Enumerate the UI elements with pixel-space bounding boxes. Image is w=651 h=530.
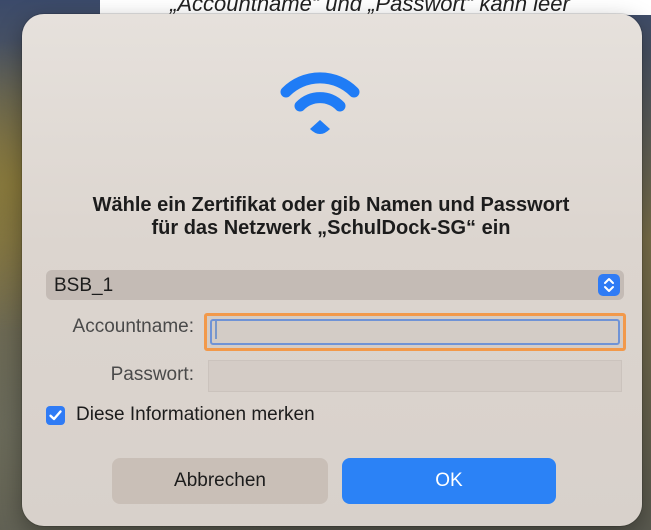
password-field[interactable] — [208, 360, 622, 392]
password-label: Passwort: — [110, 364, 194, 385]
remember-checkbox-label[interactable]: Diese Informationen merken — [76, 404, 315, 426]
certificate-select[interactable]: BSB_1 — [46, 270, 624, 300]
checkmark-icon — [49, 410, 62, 421]
dialog-title: Wähle ein Zertifikat oder gib Namen und … — [22, 194, 651, 240]
remember-checkbox[interactable] — [46, 406, 65, 425]
ok-button[interactable]: OK — [342, 458, 556, 504]
dialog-title-line-2: für das Netzwerk „SchulDock-SG“ ein — [151, 217, 511, 239]
cancel-button[interactable]: Abbrechen — [112, 458, 328, 504]
account-name-input[interactable] — [210, 319, 620, 345]
background-caption: „Accountname“ und „Passwort“ kann leer — [100, 0, 651, 15]
certificate-select-value: BSB_1 — [54, 275, 114, 296]
chevron-updown-icon[interactable] — [598, 274, 620, 296]
text-caret — [215, 321, 217, 339]
wifi-auth-dialog: Wähle ein Zertifikat oder gib Namen und … — [22, 14, 642, 526]
account-label: Accountname: — [72, 316, 194, 337]
dialog-title-line-1: Wähle ein Zertifikat oder gib Namen und … — [92, 194, 570, 216]
account-name-field[interactable] — [204, 313, 626, 351]
wifi-icon — [280, 72, 360, 134]
